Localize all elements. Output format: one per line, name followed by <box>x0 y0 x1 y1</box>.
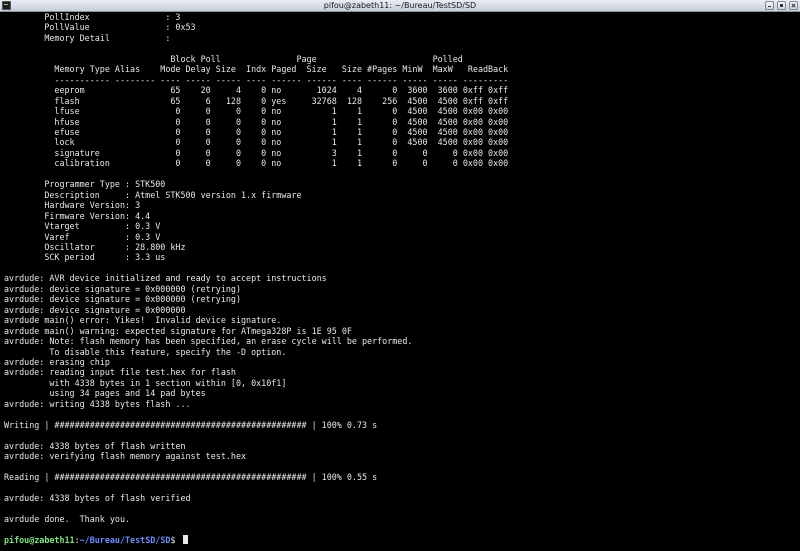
window-controls <box>765 1 798 11</box>
maximize-icon[interactable] <box>777 1 786 10</box>
terminal-line: lock 0 0 0 0 no 1 1 0 4500 4500 0x00 0x0… <box>4 137 509 148</box>
terminal-line: avrdude main() error: Yikes! Invalid dev… <box>4 315 282 326</box>
terminal-line: Firmware Version: 4.4 <box>4 210 151 221</box>
terminal-line: Hardware Version: 3 <box>4 200 141 211</box>
terminal-line: calibration 0 0 0 0 no 1 1 0 0 0 0x00 0x… <box>4 158 509 169</box>
terminal-line: avrdude main() warning: expected signatu… <box>4 325 352 336</box>
terminal-line: avrdude: AVR device initialized and read… <box>4 273 327 284</box>
terminal-line: with 4338 bytes in 1 section within [0, … <box>4 377 287 388</box>
terminal-line: Vtarget : 0.3 V <box>4 221 161 232</box>
terminal-line: eeprom 65 20 4 0 no 1024 4 0 3600 3600 0… <box>4 85 509 96</box>
terminal-line: avrdude: 4338 bytes of flash verified <box>4 492 191 503</box>
window-title: pifou@zabeth11: ~/Bureau/TestSD/SD <box>323 1 477 10</box>
terminal-line: avrdude: writing 4338 bytes flash ... <box>4 398 191 409</box>
minimize-icon[interactable] <box>765 1 774 10</box>
terminal-line: efuse 0 0 0 0 no 1 1 0 4500 4500 0x00 0x… <box>4 126 509 137</box>
terminal-line: Varef : 0.3 V <box>4 231 161 242</box>
terminal-text: PollIndex : 3 PollValue : 0x53 Memory De… <box>4 12 796 535</box>
terminal-output[interactable]: PollIndex : 3 PollValue : 0x53 Memory De… <box>4 12 796 551</box>
text-cursor <box>182 534 188 544</box>
terminal-line: signature 0 0 0 0 no 3 1 0 0 0 0x00 0x00 <box>4 147 509 158</box>
terminal-line: avrdude: device signature = 0x000000 <box>4 304 186 315</box>
terminal-line: avrdude: erasing chip <box>4 356 110 367</box>
terminal-line: avrdude: device signature = 0x000000 (re… <box>4 283 241 294</box>
terminal-line: Writing | ##############################… <box>4 419 378 430</box>
terminal-line: PollIndex : 3 <box>4 12 181 22</box>
terminal-line: avrdude done. Thank you. <box>4 513 131 524</box>
terminal-line: avrdude: Note: flash memory has been spe… <box>4 336 413 347</box>
terminal-line: flash 65 6 128 0 yes 32768 128 256 4500 … <box>4 95 509 106</box>
terminal-line: Memory Detail : <box>4 32 171 43</box>
terminal-line: using 34 pages and 14 pad bytes <box>4 388 206 399</box>
terminal-line: avrdude: device signature = 0x000000 (re… <box>4 294 241 305</box>
terminal-line: PollValue : 0x53 <box>4 22 196 33</box>
terminal-window: pifou@zabeth11: ~/Bureau/TestSD/SD PollI… <box>0 0 800 551</box>
title-bar[interactable]: pifou@zabeth11: ~/Bureau/TestSD/SD <box>0 0 800 12</box>
prompt-user-host: pifou@zabeth11 <box>4 534 75 545</box>
terminal-line: Description : Atmel STK500 version 1.x f… <box>4 189 302 200</box>
terminal-line: hfuse 0 0 0 0 no 1 1 0 4500 4500 0x00 0x… <box>4 116 509 127</box>
terminal-line: Reading | ##############################… <box>4 471 378 482</box>
prompt-path: ~/Bureau/TestSD/SD <box>79 534 171 545</box>
terminal-line: Oscillator : 28.800 kHz <box>4 241 186 252</box>
terminal-line: To disable this feature, specify the -D … <box>4 346 287 357</box>
terminal-line: Block Poll Page Polled <box>4 53 463 64</box>
terminal-line: Programmer Type : STK500 <box>4 179 166 190</box>
terminal-line: Memory Type Alias Mode Delay Size Indx P… <box>4 64 509 75</box>
close-icon[interactable] <box>789 1 798 10</box>
prompt-symbol: $ <box>170 534 181 545</box>
terminal-line: avrdude: reading input file test.hex for… <box>4 367 236 378</box>
terminal-line: SCK period : 3.3 us <box>4 252 166 263</box>
terminal-line: avrdude: 4338 bytes of flash written <box>4 440 186 451</box>
terminal-line: avrdude: verifying flash memory against … <box>4 451 247 462</box>
terminal-line: ----------- -------- ---- ----- ----- --… <box>4 74 509 85</box>
terminal-line: lfuse 0 0 0 0 no 1 1 0 4500 4500 0x00 0x… <box>4 106 509 117</box>
shell-prompt[interactable]: pifou@zabeth11:~/Bureau/TestSD/SD$ <box>4 534 796 545</box>
